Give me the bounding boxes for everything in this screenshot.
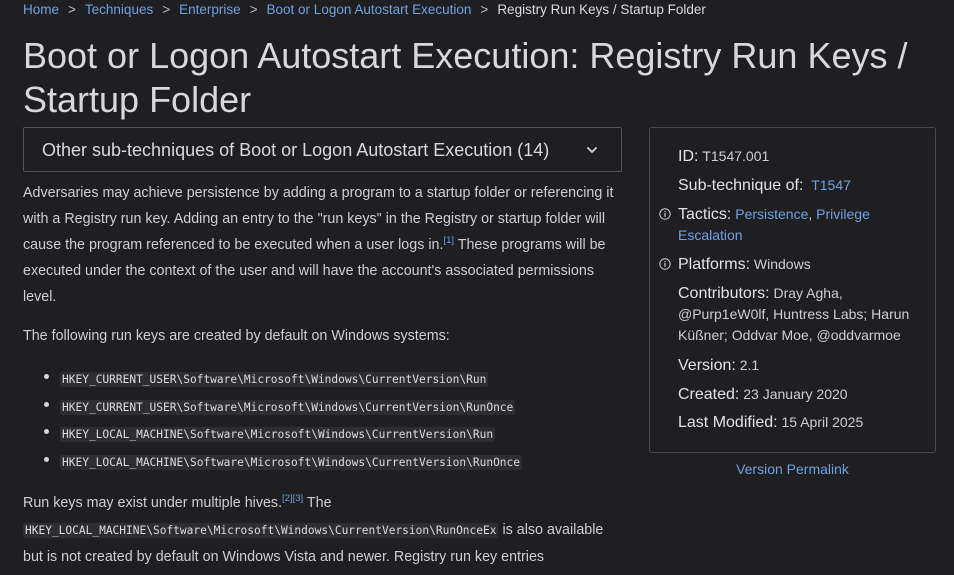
registry-key: HKEY_LOCAL_MACHINE\Software\Microsoft\Wi…: [60, 454, 523, 470]
list-item: HKEY_LOCAL_MACHINE\Software\Microsoft\Wi…: [23, 419, 623, 447]
breadcrumb-home[interactable]: Home: [23, 2, 59, 17]
registry-key: HKEY_CURRENT_USER\Software\Microsoft\Win…: [60, 372, 489, 387]
breadcrumb: Home > Techniques > Enterprise > Boot or Logon…: [23, 1, 706, 19]
info-platforms-value: Windows: [753, 256, 811, 272]
page-title: Boot or Logon Autostart Execution: Regis…: [23, 35, 908, 120]
breadcrumb-separator: >: [68, 2, 76, 17]
breadcrumb-separator: >: [249, 2, 258, 17]
reference-link[interactable]: [3]: [293, 493, 304, 504]
chevron-down-icon: [587, 147, 597, 153]
info-subtechnique-label: Sub-technique of:: [678, 177, 804, 194]
info-created-label: Created:: [678, 386, 740, 403]
info-contributors: Contributors: Dray Agha, @Purp1eW0lf, Hu…: [678, 283, 928, 346]
hives-paragraph: Run keys may exist under multiple hives.…: [23, 490, 623, 571]
description-text: Run keys may exist under multiple hives.: [23, 495, 283, 511]
info-tactics: Tactics: Persistence, Privilege Escalati…: [659, 204, 928, 246]
info-version-value: 2.1: [739, 357, 760, 373]
breadcrumb-current: Registry Run Keys / Startup Folder: [497, 2, 706, 17]
subtechniques-dropdown[interactable]: Other sub-techniques of Boot or Logon Au…: [23, 127, 622, 172]
list-item: HKEY_CURRENT_USER\Software\Microsoft\Win…: [23, 364, 623, 392]
tactic-link-persistence[interactable]: Persistence: [735, 206, 808, 222]
bullet: [44, 401, 49, 407]
info-circle-icon[interactable]: [659, 208, 671, 220]
info-id: ID: T1547.001: [678, 146, 928, 167]
run-keys-intro: The following run keys are created by de…: [23, 328, 450, 344]
registry-key: HKEY_LOCAL_MACHINE\Software\Microsoft\Wi…: [60, 427, 496, 442]
info-version-label: Version:: [678, 357, 736, 374]
info-tactics-label: Tactics:: [678, 206, 732, 223]
breadcrumb-separator: >: [480, 2, 489, 17]
reference-link[interactable]: [2]: [282, 493, 293, 504]
breadcrumb-enterprise[interactable]: Enterprise: [179, 2, 241, 17]
list-item: HKEY_LOCAL_MACHINE\Software\Microsoft\Wi…: [23, 447, 623, 475]
subtechniques-dropdown-label: Other sub-techniques of Boot or Logon Au…: [42, 140, 550, 160]
info-contributors-label: Contributors:: [678, 285, 770, 302]
info-created-value: 23 January 2020: [743, 386, 848, 402]
info-subtechnique-of: Sub-technique of: T1547: [678, 175, 928, 196]
breadcrumb-separator: >: [162, 2, 171, 17]
technique-info-card: ID: T1547.001 Sub-technique of: T1547 Ta…: [649, 127, 936, 453]
description: Adversaries may achieve persistence by a…: [23, 180, 623, 310]
info-created: Created: 23 January 2020: [678, 384, 928, 405]
bullet: [44, 456, 49, 462]
reference-link[interactable]: [1]: [443, 235, 454, 246]
bullet: [44, 374, 49, 379]
info-last-modified: Last Modified: 15 April 2025: [678, 412, 928, 433]
info-version: Version: 2.1: [678, 355, 928, 376]
list-item: HKEY_CURRENT_USER\Software\Microsoft\Win…: [23, 392, 623, 420]
tactic-separator: ,: [808, 206, 813, 222]
info-id-label: ID:: [678, 148, 699, 165]
run-keys-list: HKEY_CURRENT_USER\Software\Microsoft\Win…: [23, 364, 623, 474]
version-permalink[interactable]: Version Permalink: [649, 459, 936, 479]
registry-key: HKEY_CURRENT_USER\Software\Microsoft\Win…: [60, 399, 516, 415]
bullet: [44, 429, 49, 434]
description-paragraph: Adversaries may achieve persistence by a…: [23, 180, 623, 310]
technique-page: Home > Techniques > Enterprise > Boot or Logon…: [0, 0, 954, 575]
parent-technique-link[interactable]: T1547: [811, 177, 851, 193]
info-id-value: T1547.001: [702, 148, 770, 164]
description-text: The: [303, 495, 332, 511]
breadcrumb-parent-technique[interactable]: Boot or Logon Autostart Execution: [267, 2, 472, 17]
info-modified-value: 15 April 2025: [781, 414, 864, 430]
info-platforms-label: Platforms:: [678, 256, 751, 273]
info-platforms: Platforms: Windows: [659, 254, 928, 275]
info-modified-label: Last Modified:: [678, 414, 778, 431]
registry-key: HKEY_LOCAL_MACHINE\Software\Microsoft\Wi…: [23, 523, 499, 538]
info-circle-icon[interactable]: [659, 258, 671, 270]
breadcrumb-techniques[interactable]: Techniques: [85, 2, 153, 17]
